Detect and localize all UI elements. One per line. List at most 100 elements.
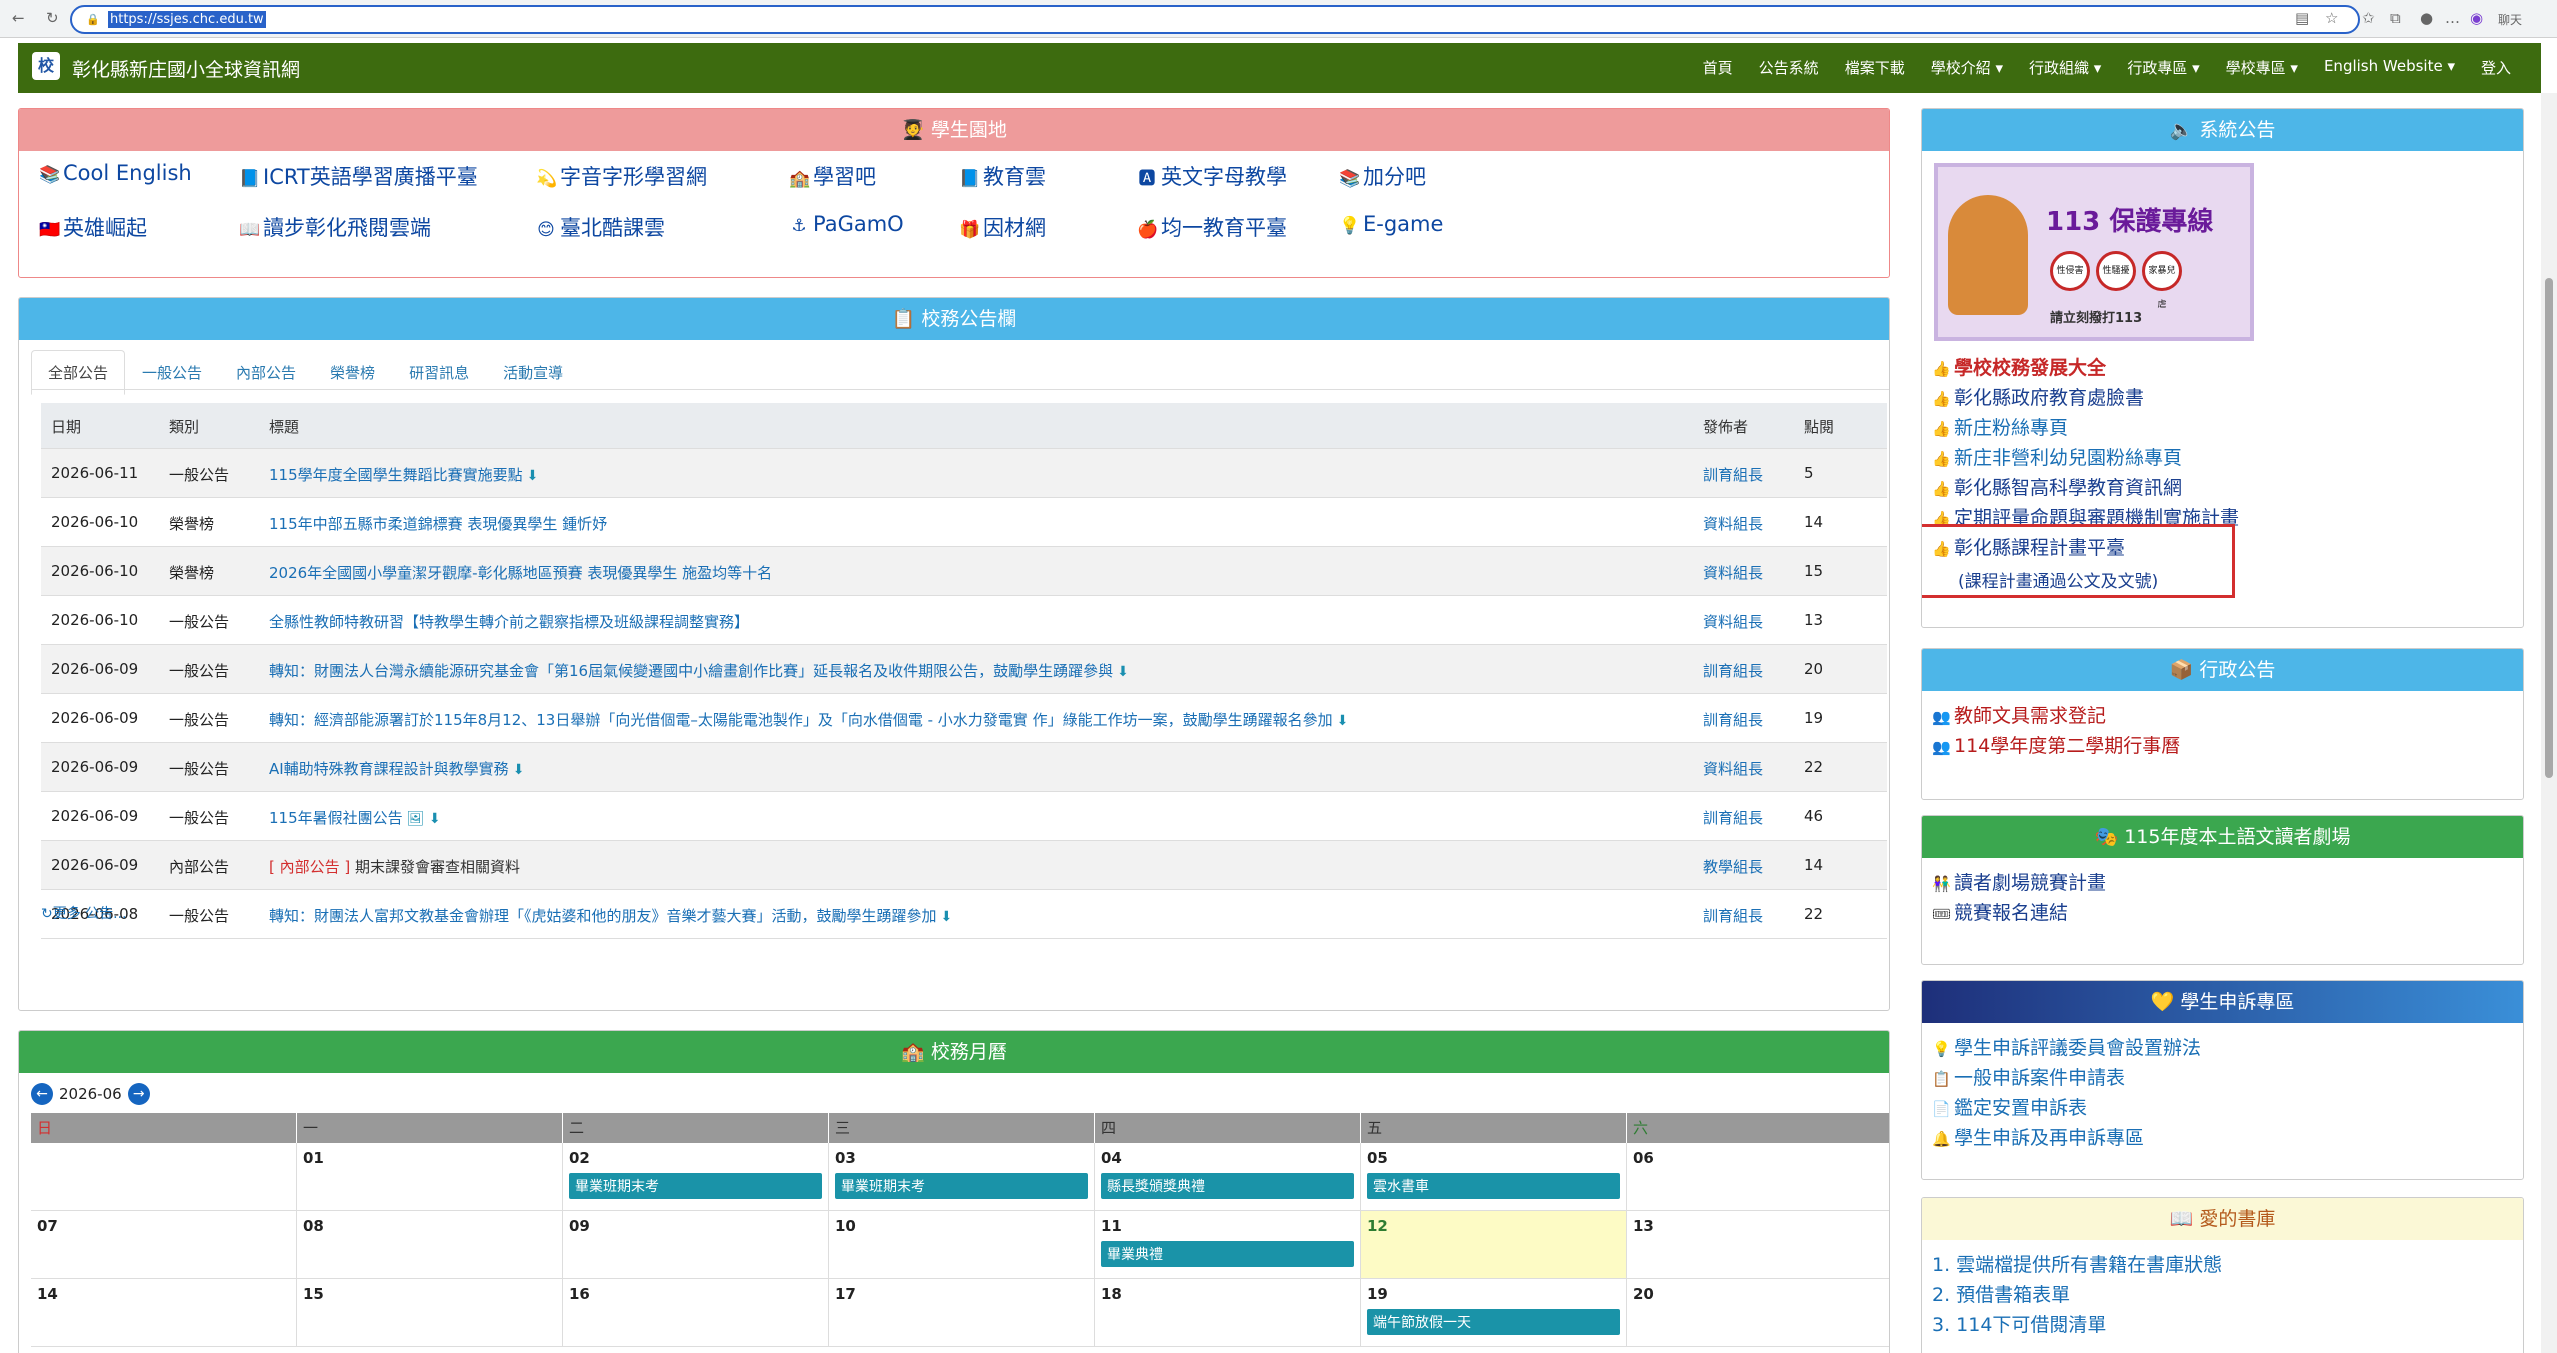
calendar-day[interactable]: 10	[829, 1211, 1095, 1278]
nav-english-website[interactable]: English Website ▾	[2324, 57, 2455, 78]
sidebar-link[interactable]: 2. 預借書箱表單	[1932, 1280, 2222, 1310]
student-link[interactable]: 📘 教育雲	[959, 161, 1046, 191]
row-publisher[interactable]: 訓育組長	[1703, 807, 1763, 828]
student-link[interactable]: 🎁 因材網	[959, 212, 1046, 242]
calendar-day[interactable]: 13	[1627, 1211, 1889, 1278]
student-link[interactable]: 📚 Cool English	[39, 161, 192, 185]
sidebar-link[interactable]: 👥 114學年度第二學期行事曆	[1932, 731, 2180, 761]
sidebar-link[interactable]: 💡 學生申訴評議委員會設置辦法	[1932, 1033, 2201, 1063]
student-link[interactable]: 🏫 學習吧	[789, 161, 876, 191]
row-publisher[interactable]: 訓育組長	[1703, 709, 1763, 730]
profile-avatar-icon[interactable]: ●	[2420, 9, 2433, 27]
sidebar-link[interactable]: 👍 彰化縣智高科學教育資訊網	[1932, 473, 2239, 503]
calendar-day[interactable]: 16	[563, 1279, 829, 1346]
calendar-day[interactable]: 17	[829, 1279, 1095, 1346]
col-title[interactable]: 標題	[269, 416, 299, 437]
sidebar-link[interactable]: 3. 114下可借閱清單	[1932, 1310, 2222, 1340]
col-publisher[interactable]: 發佈者	[1703, 416, 1748, 437]
site-title[interactable]: 彰化縣新庄國小全球資訊網	[72, 55, 300, 82]
announcement-title-link[interactable]: [ 內部公告 ] 期末課發會審查相關資料	[269, 856, 520, 877]
row-publisher[interactable]: 訓育組長	[1703, 464, 1763, 485]
calendar-event[interactable]: 畢業班期末考	[835, 1173, 1088, 1199]
nav-admin-org[interactable]: 行政組織 ▾	[2029, 57, 2101, 78]
announcement-title-link[interactable]: 115年中部五縣市柔道錦標賽 表現優異學生 鍾忻妤	[269, 513, 607, 534]
address-bar[interactable]: 🔒 https://ssjes.chc.edu.tw	[70, 5, 2360, 34]
announcement-title-link[interactable]: 全縣性教師特教研習【特教學生轉介前之觀察指標及班級課程調整實務】	[269, 611, 749, 632]
copilot-icon[interactable]: ◉	[2470, 9, 2483, 27]
menu-dots-icon[interactable]: …	[2445, 9, 2460, 27]
sidebar-link[interactable]: 👍 學校校務發展大全	[1932, 353, 2239, 383]
prev-month-icon[interactable]: ←	[31, 1083, 53, 1105]
row-publisher[interactable]: 訓育組長	[1703, 905, 1763, 926]
calendar-day[interactable]: 20	[1627, 1279, 1889, 1346]
student-link[interactable]: 📖 讀步彰化飛閱雲端	[239, 212, 431, 242]
calendar-day[interactable]: 02 畢業班期末考	[563, 1143, 829, 1210]
announcement-title-link[interactable]: 2026年全國國小學童潔牙觀摩-彰化縣地區預賽 表現優異學生 施盈均等十名	[269, 562, 772, 583]
nav-login[interactable]: 登入	[2481, 57, 2511, 78]
sidebar-link[interactable]: 🎟 競賽報名連結	[1932, 898, 2106, 928]
row-publisher[interactable]: 資料組長	[1703, 758, 1763, 779]
download-icon[interactable]: ⬇	[941, 909, 953, 925]
student-link[interactable]: 🅰 英文字母教學	[1137, 161, 1288, 191]
extensions-icon[interactable]: ⧉	[2390, 9, 2401, 27]
nav-home[interactable]: 首頁	[1703, 57, 1733, 78]
nav-school-zone[interactable]: 學校專區 ▾	[2226, 57, 2298, 78]
calendar-event[interactable]: 畢業班期末考	[569, 1173, 822, 1199]
sidebar-link[interactable]: 👍 新庄非營利幼兒園粉絲專頁	[1932, 443, 2239, 473]
page-scrollbar[interactable]	[2541, 93, 2557, 1353]
student-link[interactable]: ⚓ PaGamO	[789, 212, 903, 236]
student-link[interactable]: 😊 臺北酷課雲	[536, 212, 665, 242]
row-publisher[interactable]: 訓育組長	[1703, 660, 1763, 681]
calendar-day[interactable]: 18	[1095, 1279, 1361, 1346]
protection-hotline-banner[interactable]: 113 保護專線 性侵害 性騷擾 家暴兒虐 請立刻撥打113	[1934, 163, 2254, 341]
next-month-icon[interactable]: →	[127, 1083, 150, 1105]
announcement-title-link[interactable]: 轉知：財團法人富邦文教基金會辦理「《虎姑婆和他的朋友》音樂才藝大賽」活動，鼓勵學…	[269, 905, 952, 926]
row-publisher[interactable]: 資料組長	[1703, 513, 1763, 534]
school-logo-icon[interactable]: 校	[32, 52, 60, 80]
calendar-day[interactable]: 19 端午節放假一天	[1361, 1279, 1627, 1346]
sidebar-link[interactable]: 🔔 學生申訴及再申訴專區	[1932, 1123, 2201, 1153]
calendar-day[interactable]: 03 畢業班期末考	[829, 1143, 1095, 1210]
col-hits[interactable]: 點閱	[1804, 416, 1834, 437]
chat-label[interactable]: 聊天	[2498, 11, 2522, 28]
announcement-title-link[interactable]: 115年暑假社團公告 🖼 ⬇	[269, 807, 441, 828]
student-link[interactable]: 🇹🇼 英雄崛起	[39, 212, 147, 242]
scrollbar-thumb[interactable]	[2545, 278, 2553, 778]
calendar-day[interactable]: 09	[563, 1211, 829, 1278]
calendar-day[interactable]: 08	[297, 1211, 563, 1278]
sidebar-link[interactable]: 📄 鑑定安置申訴表	[1932, 1093, 2201, 1123]
row-publisher[interactable]: 資料組長	[1703, 611, 1763, 632]
back-icon[interactable]: ←	[12, 9, 25, 27]
announcement-title-link[interactable]: 轉知：經濟部能源署訂於115年8月12、13日舉辦「向光借個電–太陽能電池製作」…	[269, 709, 1348, 730]
site-info-icon[interactable]: 🔒	[86, 13, 100, 26]
calendar-day[interactable]: 04 縣長獎頒獎典禮	[1095, 1143, 1361, 1210]
announcement-title-link[interactable]: 115學年度全國學生舞蹈比賽實施要點 ⬇	[269, 464, 538, 485]
download-icon[interactable]: ⬇	[1117, 664, 1129, 680]
calendar-day[interactable]: 05 雲水書車	[1361, 1143, 1627, 1210]
calendar-day[interactable]: 07	[31, 1211, 297, 1278]
calendar-event[interactable]: 畢業典禮	[1101, 1241, 1354, 1267]
student-link[interactable]: 📘 ICRT英語學習廣播平臺	[239, 161, 478, 191]
nav-admin-zone[interactable]: 行政專區 ▾	[2127, 57, 2199, 78]
col-date[interactable]: 日期	[51, 416, 81, 437]
bookmark-star-icon[interactable]: ☆	[2325, 9, 2338, 27]
student-link[interactable]: 🍎 均一教育平臺	[1137, 212, 1287, 242]
sidebar-link[interactable]: 👫 讀者劇場競賽計畫	[1932, 868, 2106, 898]
download-icon[interactable]: ⬇	[513, 762, 525, 778]
download-icon[interactable]: ⬇	[1337, 713, 1349, 729]
nav-announcements[interactable]: 公告系統	[1759, 57, 1819, 78]
reload-icon[interactable]: ↻	[46, 9, 59, 27]
student-link[interactable]: 💫 字音字形學習網	[536, 161, 707, 191]
row-publisher[interactable]: 教學組長	[1703, 856, 1763, 877]
download-icon[interactable]: 🖼 ⬇	[407, 811, 441, 827]
announcement-title-link[interactable]: AI輔助特殊教育課程設計與教學實務 ⬇	[269, 758, 524, 779]
calendar-day[interactable]: 06	[1627, 1143, 1889, 1210]
calendar-event[interactable]: 雲水書車	[1367, 1173, 1620, 1199]
student-link[interactable]: 💡 E-game	[1339, 212, 1443, 236]
student-link[interactable]: 📚 加分吧	[1339, 161, 1426, 191]
calendar-event[interactable]: 縣長獎頒獎典禮	[1101, 1173, 1354, 1199]
sidebar-link[interactable]: 👍 新庄粉絲專頁	[1932, 413, 2239, 443]
calendar-day[interactable]: 15	[297, 1279, 563, 1346]
download-icon[interactable]: ⬇	[527, 468, 539, 484]
reader-icon[interactable]: ▤	[2295, 9, 2309, 27]
